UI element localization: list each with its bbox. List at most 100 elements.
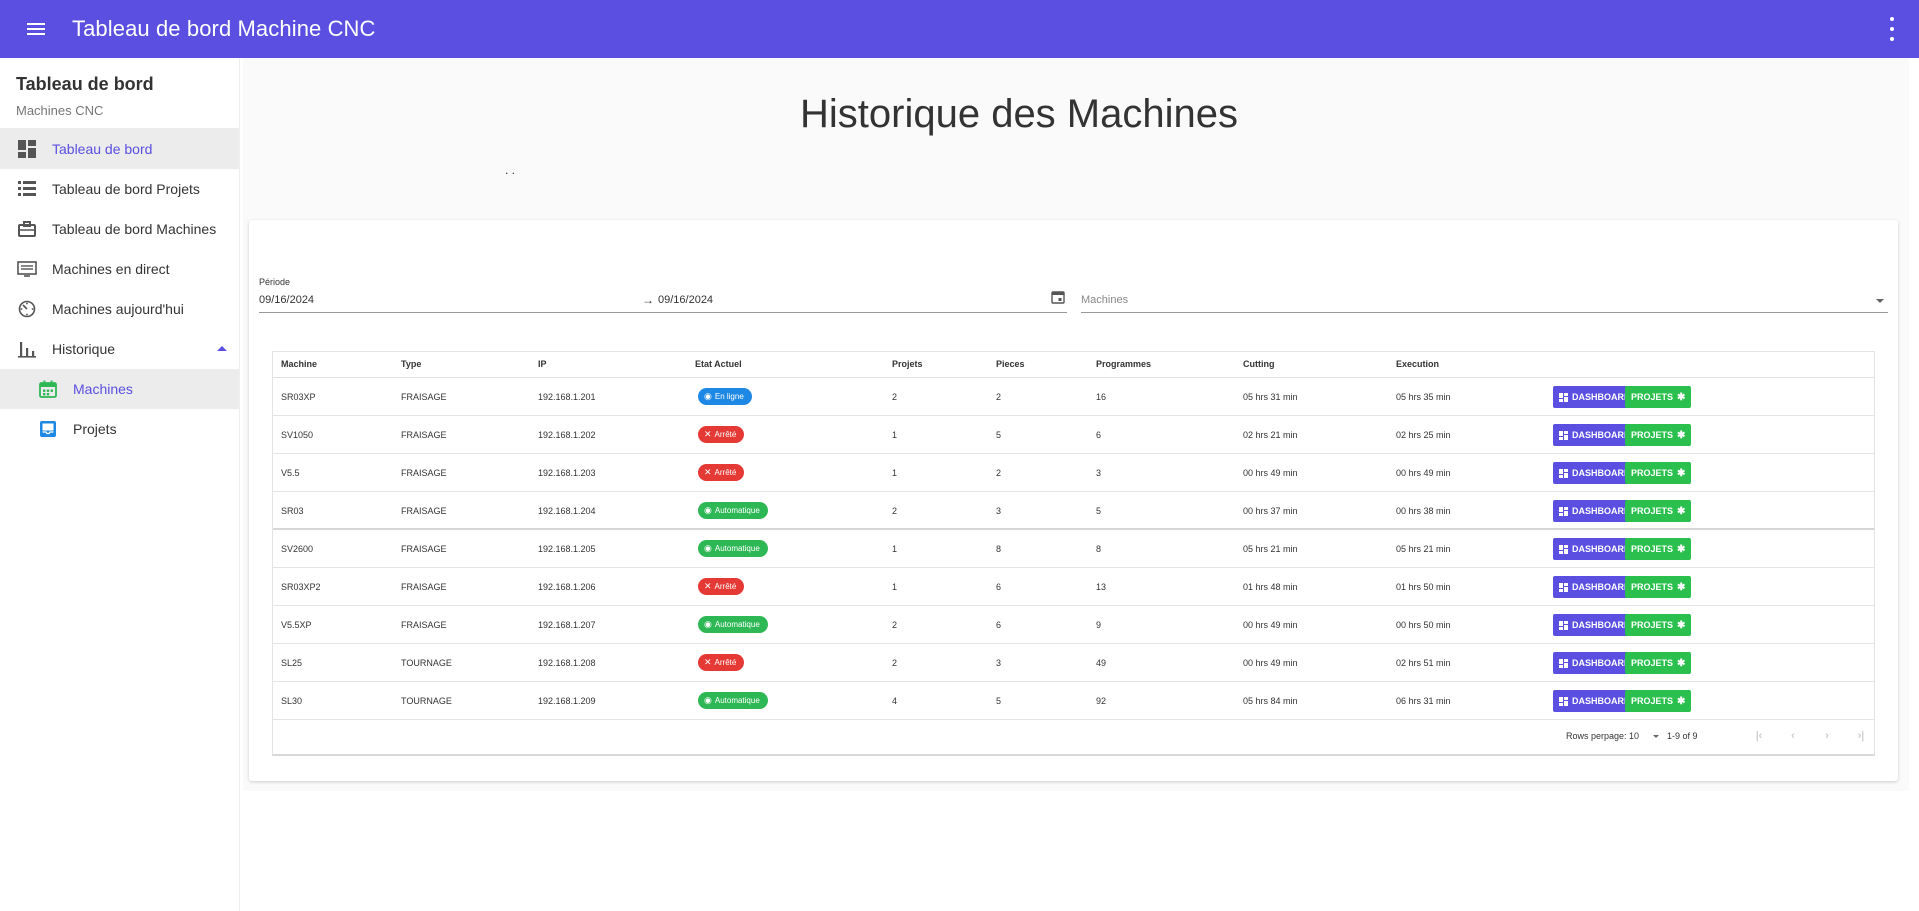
sidebar-item-machines-en-direct[interactable]: Machines en direct — [0, 249, 239, 289]
cell-type: FRAISAGE — [401, 392, 447, 402]
gear-icon: ✱ — [1677, 391, 1686, 403]
inbox-icon — [38, 419, 58, 439]
cell-ip: 192.168.1.208 — [538, 658, 596, 668]
projets-button[interactable]: PROJETS ✱ — [1625, 614, 1692, 636]
sidebar: Tableau de bord Machines CNC Tableau de … — [0, 58, 240, 911]
projets-button[interactable]: PROJETS ✱ — [1625, 424, 1692, 446]
table-row: SL25 TOURNAGE 192.168.1.208 2 3 49 00 hrs 49 m… — [273, 644, 1874, 682]
header-pieces[interactable]: Pieces — [996, 359, 1025, 369]
expand-less-icon[interactable] — [217, 346, 227, 351]
projets-button[interactable]: PROJETS ✱ — [1625, 652, 1692, 674]
sidebar-item-tableau-de-bord-machines[interactable]: Tableau de bord Machines — [0, 209, 239, 249]
history-card: Période 09/16/2024 → 09/16/2024 Machines… — [249, 220, 1898, 781]
status-badge: ✕ Arrêté — [698, 578, 745, 595]
dashboard-button[interactable]: DASHBOARD — [1553, 424, 1637, 446]
header-ip[interactable]: IP — [538, 359, 547, 369]
header-cutting[interactable]: Cutting — [1243, 359, 1275, 369]
cell-pieces: 6 — [996, 620, 1002, 630]
cell-programmes: 3 — [1096, 468, 1102, 478]
cell-machine: SR03 — [281, 506, 304, 516]
sidebar-item-tableau-de-bord-projets[interactable]: Tableau de bord Projets — [0, 169, 239, 209]
cell-type: FRAISAGE — [401, 468, 447, 478]
dashboard-button[interactable]: DASHBOARD — [1553, 652, 1637, 674]
cell-machine: SR03XP — [281, 392, 316, 402]
projets-button[interactable]: PROJETS ✱ — [1625, 690, 1692, 712]
table-pagination: Rows perpage: 10 1-9 of 9 |‹ ‹ › ›| — [273, 718, 1874, 754]
projets-button[interactable]: PROJETS ✱ — [1625, 576, 1692, 598]
dropdown-arrow-icon — [1876, 299, 1884, 303]
projets-button[interactable]: PROJETS ✱ — [1625, 538, 1692, 560]
gear-icon: ✱ — [1677, 657, 1686, 669]
cell-machine: SV2600 — [281, 544, 314, 554]
dashboard-icon — [17, 139, 37, 159]
rows-per-page-caret-icon[interactable] — [1653, 735, 1659, 738]
cell-projets: 1 — [892, 468, 898, 478]
header-type[interactable]: Type — [401, 359, 421, 369]
cell-projets: 1 — [892, 430, 898, 440]
first-page-icon[interactable]: |‹ — [1751, 728, 1767, 744]
header-execution[interactable]: Execution — [1396, 359, 1439, 369]
projets-button[interactable]: PROJETS ✱ — [1625, 462, 1692, 484]
machines-select[interactable]: Machines — [1081, 275, 1888, 313]
previous-page-icon[interactable]: ‹ — [1785, 728, 1801, 744]
projets-button[interactable]: PROJETS ✱ — [1625, 500, 1692, 522]
last-page-icon[interactable]: ›| — [1853, 728, 1869, 744]
dashboard-button[interactable]: DASHBOARD — [1553, 500, 1637, 522]
header-programmes[interactable]: Programmes — [1096, 359, 1151, 369]
header-etat[interactable]: Etat Actuel — [695, 359, 742, 369]
cell-ip: 192.168.1.203 — [538, 468, 596, 478]
cell-type: FRAISAGE — [401, 430, 447, 440]
cell-machine: V5.5XP — [281, 620, 312, 630]
dashboard-button[interactable]: DASHBOARD — [1553, 538, 1637, 560]
calendar-icon[interactable] — [1051, 290, 1065, 304]
status-badge: ✕ Arrêté — [698, 426, 745, 443]
menu-button[interactable] — [18, 11, 54, 47]
dashboard-button[interactable]: DASHBOARD — [1553, 386, 1637, 408]
projets-button-label: PROJETS — [1631, 582, 1674, 592]
dashboard-button[interactable]: DASHBOARD — [1553, 614, 1637, 636]
subtitle-dots: . . — [505, 163, 516, 177]
next-page-icon[interactable]: › — [1819, 728, 1835, 744]
status-badge: ◉ Automatique — [698, 540, 768, 557]
status-badge: ◉ Automatique — [698, 692, 768, 709]
status-badge: ✕ Arrêté — [698, 464, 745, 481]
table-body: SR03XP FRAISAGE 192.168.1.201 2 2 16 05 hrs 31… — [273, 378, 1874, 720]
status-badge: ◉ Automatique — [698, 502, 768, 519]
cell-type: TOURNAGE — [401, 658, 452, 668]
header-machine[interactable]: Machine — [281, 359, 317, 369]
cell-ip: 192.168.1.201 — [538, 392, 596, 402]
dashboard-button[interactable]: DASHBOARD — [1553, 690, 1637, 712]
sidebar-item-tableau-de-bord[interactable]: Tableau de bord — [0, 129, 239, 169]
cell-ip: 192.168.1.207 — [538, 620, 596, 630]
cell-programmes: 5 — [1096, 506, 1102, 516]
sidebar-item-label: Projets — [73, 421, 117, 437]
close-icon: ✕ — [704, 657, 712, 667]
sidebar-item-machines[interactable]: Machines — [0, 369, 239, 409]
projets-button-label: PROJETS — [1631, 430, 1674, 440]
status-label: Arrêté — [714, 430, 737, 439]
sidebar-item-machines-aujourdhui[interactable]: Machines aujourd'hui — [0, 289, 239, 329]
sidebar-item-projets[interactable]: Projets — [0, 409, 239, 449]
table-row: SV2600 FRAISAGE 192.168.1.205 1 8 8 05 hrs 21 … — [273, 530, 1874, 568]
table-row: SR03 FRAISAGE 192.168.1.204 2 3 5 00 hrs 37 mi… — [273, 492, 1874, 530]
broadcast-icon: ◉ — [704, 391, 712, 401]
period-to-value[interactable]: 09/16/2024 — [658, 294, 713, 306]
close-icon: ✕ — [704, 467, 712, 477]
more-vert-icon[interactable] — [1889, 17, 1895, 41]
table-row: SL30 TOURNAGE 192.168.1.209 4 5 92 05 hrs 84 m… — [273, 682, 1874, 720]
cell-machine: SV1050 — [281, 430, 314, 440]
cell-execution: 05 hrs 21 min — [1396, 544, 1451, 554]
header-projets[interactable]: Projets — [892, 359, 923, 369]
page-title: Historique des Machines — [800, 92, 1238, 136]
sidebar-item-historique[interactable]: Historique — [0, 329, 239, 369]
projets-button-label: PROJETS — [1631, 696, 1674, 706]
period-from-value[interactable]: 09/16/2024 — [259, 294, 314, 306]
period-range-field[interactable]: Période 09/16/2024 → 09/16/2024 — [259, 275, 1067, 313]
dashboard-button[interactable]: DASHBOARD — [1553, 462, 1637, 484]
dashboard-button[interactable]: DASHBOARD — [1553, 576, 1637, 598]
app-bar: Tableau de bord Machine CNC — [0, 0, 1919, 58]
cell-projets: 1 — [892, 544, 898, 554]
dashboard-icon — [1559, 658, 1568, 668]
projets-button[interactable]: PROJETS ✱ — [1625, 386, 1692, 408]
rows-per-page-select[interactable]: 10 — [1629, 731, 1639, 741]
